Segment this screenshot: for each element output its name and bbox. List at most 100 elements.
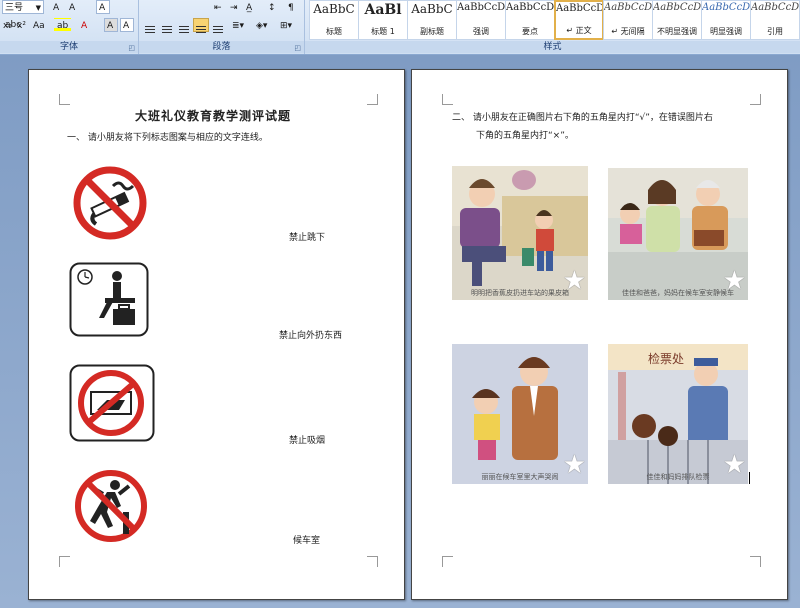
font-color-button[interactable]: A xyxy=(78,18,90,32)
show-marks-button[interactable]: ¶ xyxy=(285,0,297,14)
decrease-indent-button[interactable]: ⇤ xyxy=(211,0,225,14)
crop-mark xyxy=(442,556,453,567)
chinese-layout-button[interactable]: A̲ xyxy=(243,0,255,14)
align-right-button[interactable] xyxy=(176,18,192,32)
match-label-4: 候车室 xyxy=(293,536,321,546)
no-throwing-icon xyxy=(69,364,155,442)
borders-button[interactable]: ⊞▾ xyxy=(277,18,295,32)
subscript-button[interactable]: x₂ xyxy=(0,18,15,32)
style-tile[interactable]: AaBbCcD 强调 xyxy=(456,0,506,40)
style-sample: AaBbCcDc xyxy=(751,2,799,13)
char-border-icon: A xyxy=(123,21,130,31)
dialog-launcher-icon[interactable]: ◰ xyxy=(294,44,301,52)
line-spacing-icon: ≣▾ xyxy=(232,21,245,31)
crop-mark xyxy=(59,556,70,567)
style-sample: AaBbCcDc xyxy=(653,2,701,13)
scene-photo-2: ★ 佳佳和爸爸，妈妈在候车室安静候车 xyxy=(608,168,748,300)
no-smoking-icon xyxy=(69,164,151,242)
paint-bucket-icon: ◈▾ xyxy=(256,21,268,31)
question-two-line1: 二、 请小朋友在正确图片右下角的五角星内打“√”，在错误图片右 xyxy=(452,113,713,123)
crop-mark xyxy=(367,94,378,105)
char-border-button[interactable]: A xyxy=(120,18,134,32)
sort-icon: ↕ xyxy=(268,3,276,13)
match-label-1: 禁止跳下 xyxy=(289,233,326,243)
highlight-button[interactable]: ab xyxy=(54,18,72,32)
style-sample: AaBbCcD xyxy=(457,2,505,13)
dialog-launcher-icon[interactable]: ◰ xyxy=(128,44,135,52)
align-right-icon xyxy=(179,26,189,27)
clear-format-icon: A xyxy=(99,3,106,13)
shading-button[interactable]: ◈▾ xyxy=(253,18,270,32)
distribute-icon xyxy=(213,26,223,27)
style-name: 标题 xyxy=(326,27,342,36)
distribute-button[interactable] xyxy=(210,18,226,32)
style-name: 要点 xyxy=(522,27,538,36)
shrink-font-icon: A xyxy=(69,3,76,13)
style-sample: AaBbCcD xyxy=(506,2,554,13)
style-tile[interactable]: AaBbCcDc 明显强调 xyxy=(701,0,751,40)
highlight-icon: ab xyxy=(57,21,69,31)
align-center-button[interactable] xyxy=(159,18,175,32)
style-tile[interactable]: AaBbCcDc ↵ 无间隔 xyxy=(603,0,653,40)
styles-group: AaBbC 标题 AaBl 标题 1 AaBbC 副标题 AaBbCcD 强调 AaBbCcD 要… xyxy=(305,0,800,54)
styles-group-label: 样式 xyxy=(305,41,800,53)
justify-button[interactable] xyxy=(193,18,209,32)
align-left-icon xyxy=(145,26,155,27)
page-1[interactable]: 大班礼仪教育教学测评试题 一、 请小朋友将下列标志图案与相应的文字连线。 禁止跳… xyxy=(28,69,405,600)
change-case-button[interactable]: Aa xyxy=(30,18,48,32)
match-label-3: 禁止吸烟 xyxy=(289,436,326,446)
question-one: 一、 请小朋友将下列标志图案与相应的文字连线。 xyxy=(67,133,268,143)
crop-mark xyxy=(750,556,761,567)
style-name: 标题 1 xyxy=(371,27,395,36)
crop-mark xyxy=(442,94,453,105)
style-tile[interactable]: AaBbCcDc 引用 xyxy=(750,0,800,40)
style-tile[interactable]: AaBbC 副标题 xyxy=(407,0,457,40)
char-shading-button[interactable]: A xyxy=(104,18,118,32)
increase-indent-icon: ⇥ xyxy=(230,3,238,13)
justify-icon xyxy=(196,26,206,27)
photo-caption: 佳佳和妈妈排队检票 xyxy=(646,473,710,481)
superscript-button[interactable]: x² xyxy=(14,18,29,32)
font-color-icon: A xyxy=(81,21,88,31)
style-name: 明显强调 xyxy=(710,27,742,36)
style-tile[interactable]: AaBbCcDc ↵ 正文 xyxy=(554,0,604,40)
style-name: ↵ 正文 xyxy=(566,26,592,35)
font-group: 三号 ▼ A A A abc x₂ x² Aa ab A A A 字体 ◰ xyxy=(0,0,139,54)
style-name: 副标题 xyxy=(420,27,444,36)
photo-caption: 丽丽在候车室里大声哭闹 xyxy=(481,473,559,481)
font-group-label: 字体 xyxy=(0,41,138,53)
paragraph-group-label: 段落 xyxy=(139,41,304,53)
line-spacing-button[interactable]: ≣▾ xyxy=(229,18,247,32)
clear-format-button[interactable]: A xyxy=(96,0,110,14)
sort-button[interactable]: ↕ xyxy=(265,0,279,14)
crop-mark xyxy=(367,556,378,567)
style-sample: AaBbCcDc xyxy=(702,2,750,13)
page-title: 大班礼仪教育教学测评试题 xyxy=(135,109,292,123)
grow-font-icon: A xyxy=(53,3,60,13)
pilcrow-icon: ¶ xyxy=(288,3,294,13)
grow-font-button[interactable]: A xyxy=(50,0,62,14)
char-shading-icon: A xyxy=(107,21,114,31)
style-tile[interactable]: AaBbCcDc 不明显强调 xyxy=(652,0,702,40)
paragraph-group: ⇤ ⇥ A̲ ↕ ¶ ≣▾ ◈▾ ⊞▾ 段落 ◰ xyxy=(139,0,305,54)
style-tile[interactable]: AaBbC 标题 xyxy=(309,0,359,40)
subscript-icon: x₂ xyxy=(3,21,12,31)
increase-indent-button[interactable]: ⇥ xyxy=(227,0,241,14)
align-center-icon xyxy=(162,26,172,27)
style-sample: AaBbCcDc xyxy=(604,2,652,13)
page-2[interactable]: 二、 请小朋友在正确图片右下角的五角星内打“√”，在错误图片右 下角的五角星内打… xyxy=(411,69,788,600)
shrink-font-button[interactable]: A xyxy=(66,0,78,14)
ribbon: 三号 ▼ A A A abc x₂ x² Aa ab A A A 字体 ◰ ⇤ … xyxy=(0,0,800,55)
style-tile[interactable]: AaBl 标题 1 xyxy=(358,0,408,40)
text-cursor xyxy=(749,472,750,484)
align-left-button[interactable] xyxy=(142,18,158,32)
style-sample: AaBbC xyxy=(411,2,453,16)
style-tile[interactable]: AaBbCcD 要点 xyxy=(505,0,555,40)
font-size-value: 三号 xyxy=(5,3,24,13)
photo-caption: 明明把香蕉皮扔进车站的果皮箱 xyxy=(471,289,569,297)
font-size-select[interactable]: 三号 ▼ xyxy=(2,0,44,14)
style-name: 强调 xyxy=(473,27,489,36)
change-case-icon: Aa xyxy=(33,21,45,31)
crop-mark xyxy=(750,94,761,105)
photo-caption: 佳佳和爸爸，妈妈在候车室安静候车 xyxy=(622,289,734,297)
